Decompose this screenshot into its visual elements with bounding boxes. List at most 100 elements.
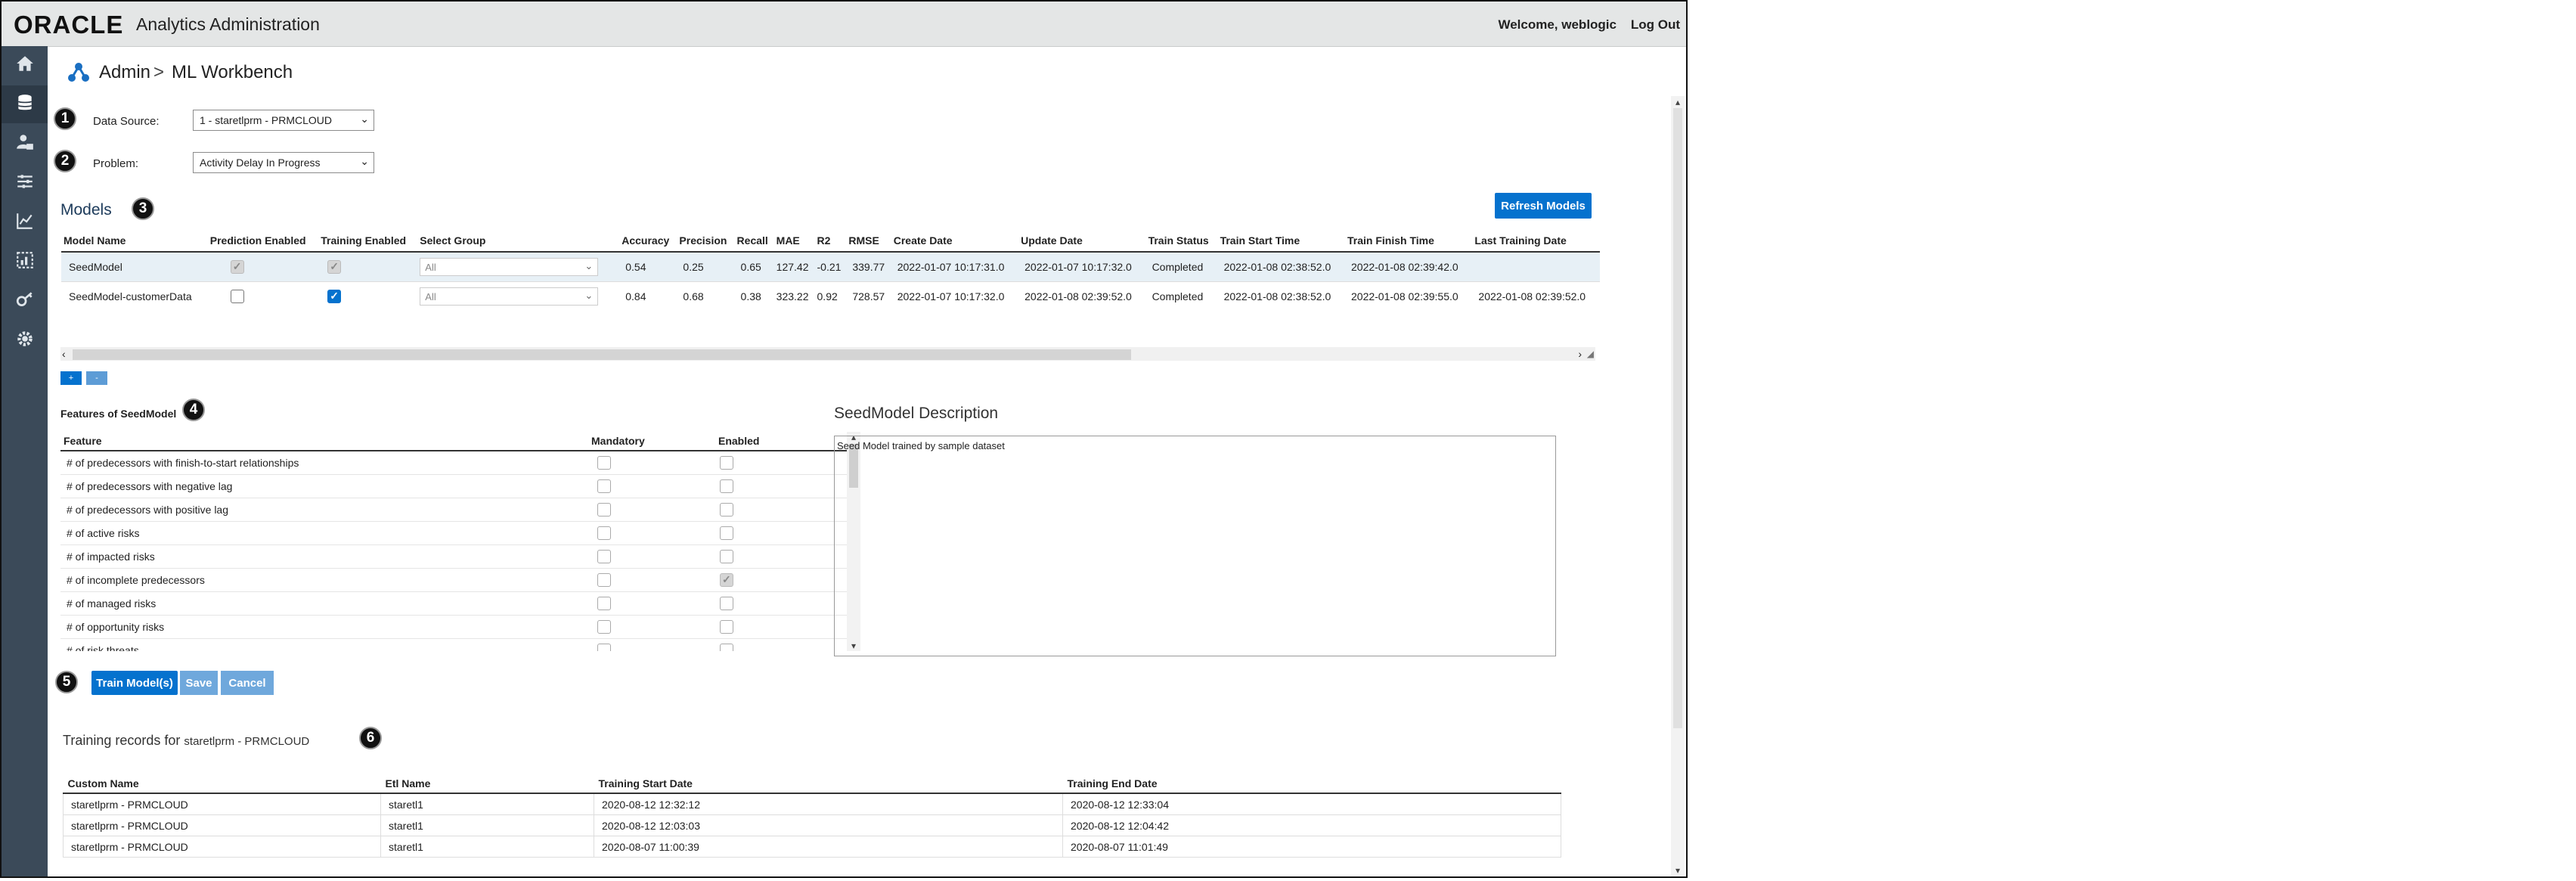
col-select-group[interactable]: Select Group (417, 230, 620, 253)
col-recall[interactable]: Recall (734, 230, 774, 253)
breadcrumb-admin[interactable]: Admin (99, 62, 150, 83)
col-rmse[interactable]: RMSE (846, 230, 891, 253)
feature-row[interactable]: # of incomplete predecessors (60, 568, 847, 592)
refresh-models-button[interactable]: Refresh Models (1495, 193, 1592, 219)
data-source-select[interactable]: 1 - staretlprm - PRMCLOUD ⌄ (193, 110, 374, 131)
group-select[interactable]: All ⌄ (420, 287, 599, 306)
mandatory-checkbox[interactable] (597, 456, 611, 470)
enabled-checkbox[interactable] (720, 503, 733, 517)
enabled-checkbox[interactable] (720, 620, 733, 634)
expand-button[interactable]: + (60, 371, 82, 385)
features-table-container: Feature Mandatory Enabled # of predecess… (60, 432, 863, 651)
enabled-checkbox[interactable] (720, 479, 733, 494)
scroll-down-icon[interactable]: ▾ (1673, 866, 1682, 875)
accuracy-cell: 0.84 (619, 281, 677, 311)
mandatory-checkbox[interactable] (597, 479, 611, 494)
enabled-checkbox[interactable] (720, 597, 733, 611)
col-feature[interactable]: Feature (60, 432, 588, 451)
scroll-left-icon[interactable]: ‹ (62, 348, 66, 360)
col-training-end-date[interactable]: Training End Date (1062, 774, 1561, 794)
scroll-thumb[interactable] (1673, 108, 1682, 728)
training-record-row[interactable]: staretlprm - PRMCLOUD staretl1 2020-08-1… (63, 814, 1561, 836)
col-model-name[interactable]: Model Name (61, 230, 208, 253)
train-models-button[interactable]: Train Model(s) (91, 671, 178, 695)
col-mandatory[interactable]: Mandatory (588, 432, 715, 451)
col-accuracy[interactable]: Accuracy (619, 230, 677, 253)
feature-row[interactable]: # of impacted risks (60, 544, 847, 569)
enabled-checkbox[interactable] (720, 526, 733, 541)
logout-link[interactable]: Log Out (1631, 17, 1680, 33)
col-custom-name[interactable]: Custom Name (63, 774, 381, 794)
sidebar-item-analytics[interactable] (2, 203, 48, 241)
mandatory-checkbox[interactable] (597, 550, 611, 564)
mandatory-checkbox[interactable] (597, 526, 611, 541)
sidebar-item-ml[interactable] (2, 243, 48, 281)
col-train-start-time[interactable]: Train Start Time (1217, 230, 1345, 253)
scroll-right-icon[interactable]: › (1578, 348, 1582, 360)
description-textarea[interactable]: Seed Model trained by sample dataset (834, 436, 1556, 656)
col-last-training-date[interactable]: Last Training Date (1472, 230, 1600, 253)
col-mae[interactable]: MAE (773, 230, 815, 253)
feature-row[interactable]: # of predecessors with positive lag (60, 498, 847, 522)
col-prediction-enabled[interactable]: Prediction Enabled (207, 230, 319, 253)
col-r2[interactable]: R2 (814, 230, 847, 253)
col-create-date[interactable]: Create Date (891, 230, 1019, 253)
save-button[interactable]: Save (180, 671, 218, 695)
col-update-date[interactable]: Update Date (1018, 230, 1146, 253)
feature-row[interactable]: # of risk threats (60, 638, 847, 651)
sidebar-item-home[interactable] (2, 46, 48, 84)
mandatory-checkbox[interactable] (597, 620, 611, 634)
col-etl-name[interactable]: Etl Name (380, 774, 594, 794)
precision-cell: 0.68 (677, 281, 735, 311)
feature-row[interactable]: # of managed risks (60, 591, 847, 616)
mandatory-checkbox[interactable] (597, 573, 611, 588)
problem-select[interactable]: Activity Delay In Progress ⌄ (193, 152, 374, 173)
enabled-checkbox[interactable] (720, 550, 733, 564)
page-vertical-scrollbar[interactable]: ▴ ▾ (1671, 96, 1685, 876)
scroll-up-icon[interactable]: ▴ (1673, 98, 1682, 107)
sidebar-item-system-settings[interactable] (2, 321, 48, 359)
hscroll-thumb[interactable] (73, 349, 1131, 360)
training-enabled-cell (318, 281, 418, 311)
resize-grip-icon[interactable]: ◢ (1587, 349, 1594, 359)
model-name: SeedModel-customerData (61, 281, 208, 311)
sidebar-item-users[interactable] (2, 125, 48, 163)
prediction-enabled-checkbox[interactable] (230, 290, 244, 304)
model-row[interactable]: SeedModel All ⌄ 0.54 0.25 0.65 127.42 -0.… (61, 252, 1600, 282)
models-title: Models (60, 201, 112, 219)
feature-row[interactable]: # of predecessors with negative lag (60, 474, 847, 498)
enabled-checkbox[interactable] (720, 456, 733, 470)
col-training-start-date[interactable]: Training Start Date (594, 774, 1063, 794)
feature-row[interactable]: # of predecessors with finish-to-start r… (60, 451, 847, 475)
create-date-cell: 2022-01-07 10:17:31.0 (891, 252, 1019, 282)
group-select[interactable]: All ⌄ (420, 258, 599, 276)
mandatory-checkbox[interactable] (597, 503, 611, 517)
training-record-row[interactable]: staretlprm - PRMCLOUD staretl1 2020-08-1… (63, 793, 1561, 815)
sidebar-item-security[interactable] (2, 282, 48, 320)
enabled-checkbox[interactable] (720, 644, 733, 651)
col-precision[interactable]: Precision (677, 230, 735, 253)
enabled-cell (715, 474, 847, 498)
col-training-enabled[interactable]: Training Enabled (318, 230, 418, 253)
sidebar-item-data[interactable] (2, 85, 48, 123)
feature-row[interactable]: # of opportunity risks (60, 615, 847, 639)
blank-area (1688, 0, 2576, 881)
feature-row[interactable]: # of active risks (60, 521, 847, 545)
model-row[interactable]: SeedModel-customerData All ⌄ 0.84 0.68 0.… (61, 281, 1600, 311)
col-train-finish-time[interactable]: Train Finish Time (1345, 230, 1473, 253)
training-enabled-checkbox[interactable] (327, 260, 342, 275)
train-start-cell: 2022-01-08 02:38:52.0 (1217, 281, 1345, 311)
collapse-button[interactable]: - (86, 371, 107, 385)
col-enabled[interactable]: Enabled (715, 432, 847, 451)
sidebar-item-settings-list[interactable] (2, 164, 48, 202)
enabled-checkbox[interactable] (720, 573, 733, 588)
training-enabled-checkbox[interactable] (327, 290, 342, 304)
models-horizontal-scrollbar[interactable]: ‹ › ◢ (60, 347, 1595, 361)
training-record-row[interactable]: staretlprm - PRMCLOUD staretl1 2020-08-0… (63, 836, 1561, 858)
problem-label: Problem: (93, 157, 139, 170)
cancel-button[interactable]: Cancel (221, 671, 274, 695)
mandatory-checkbox[interactable] (597, 644, 611, 651)
prediction-enabled-checkbox[interactable] (230, 260, 244, 275)
col-train-status[interactable]: Train Status (1145, 230, 1218, 253)
mandatory-checkbox[interactable] (597, 597, 611, 611)
